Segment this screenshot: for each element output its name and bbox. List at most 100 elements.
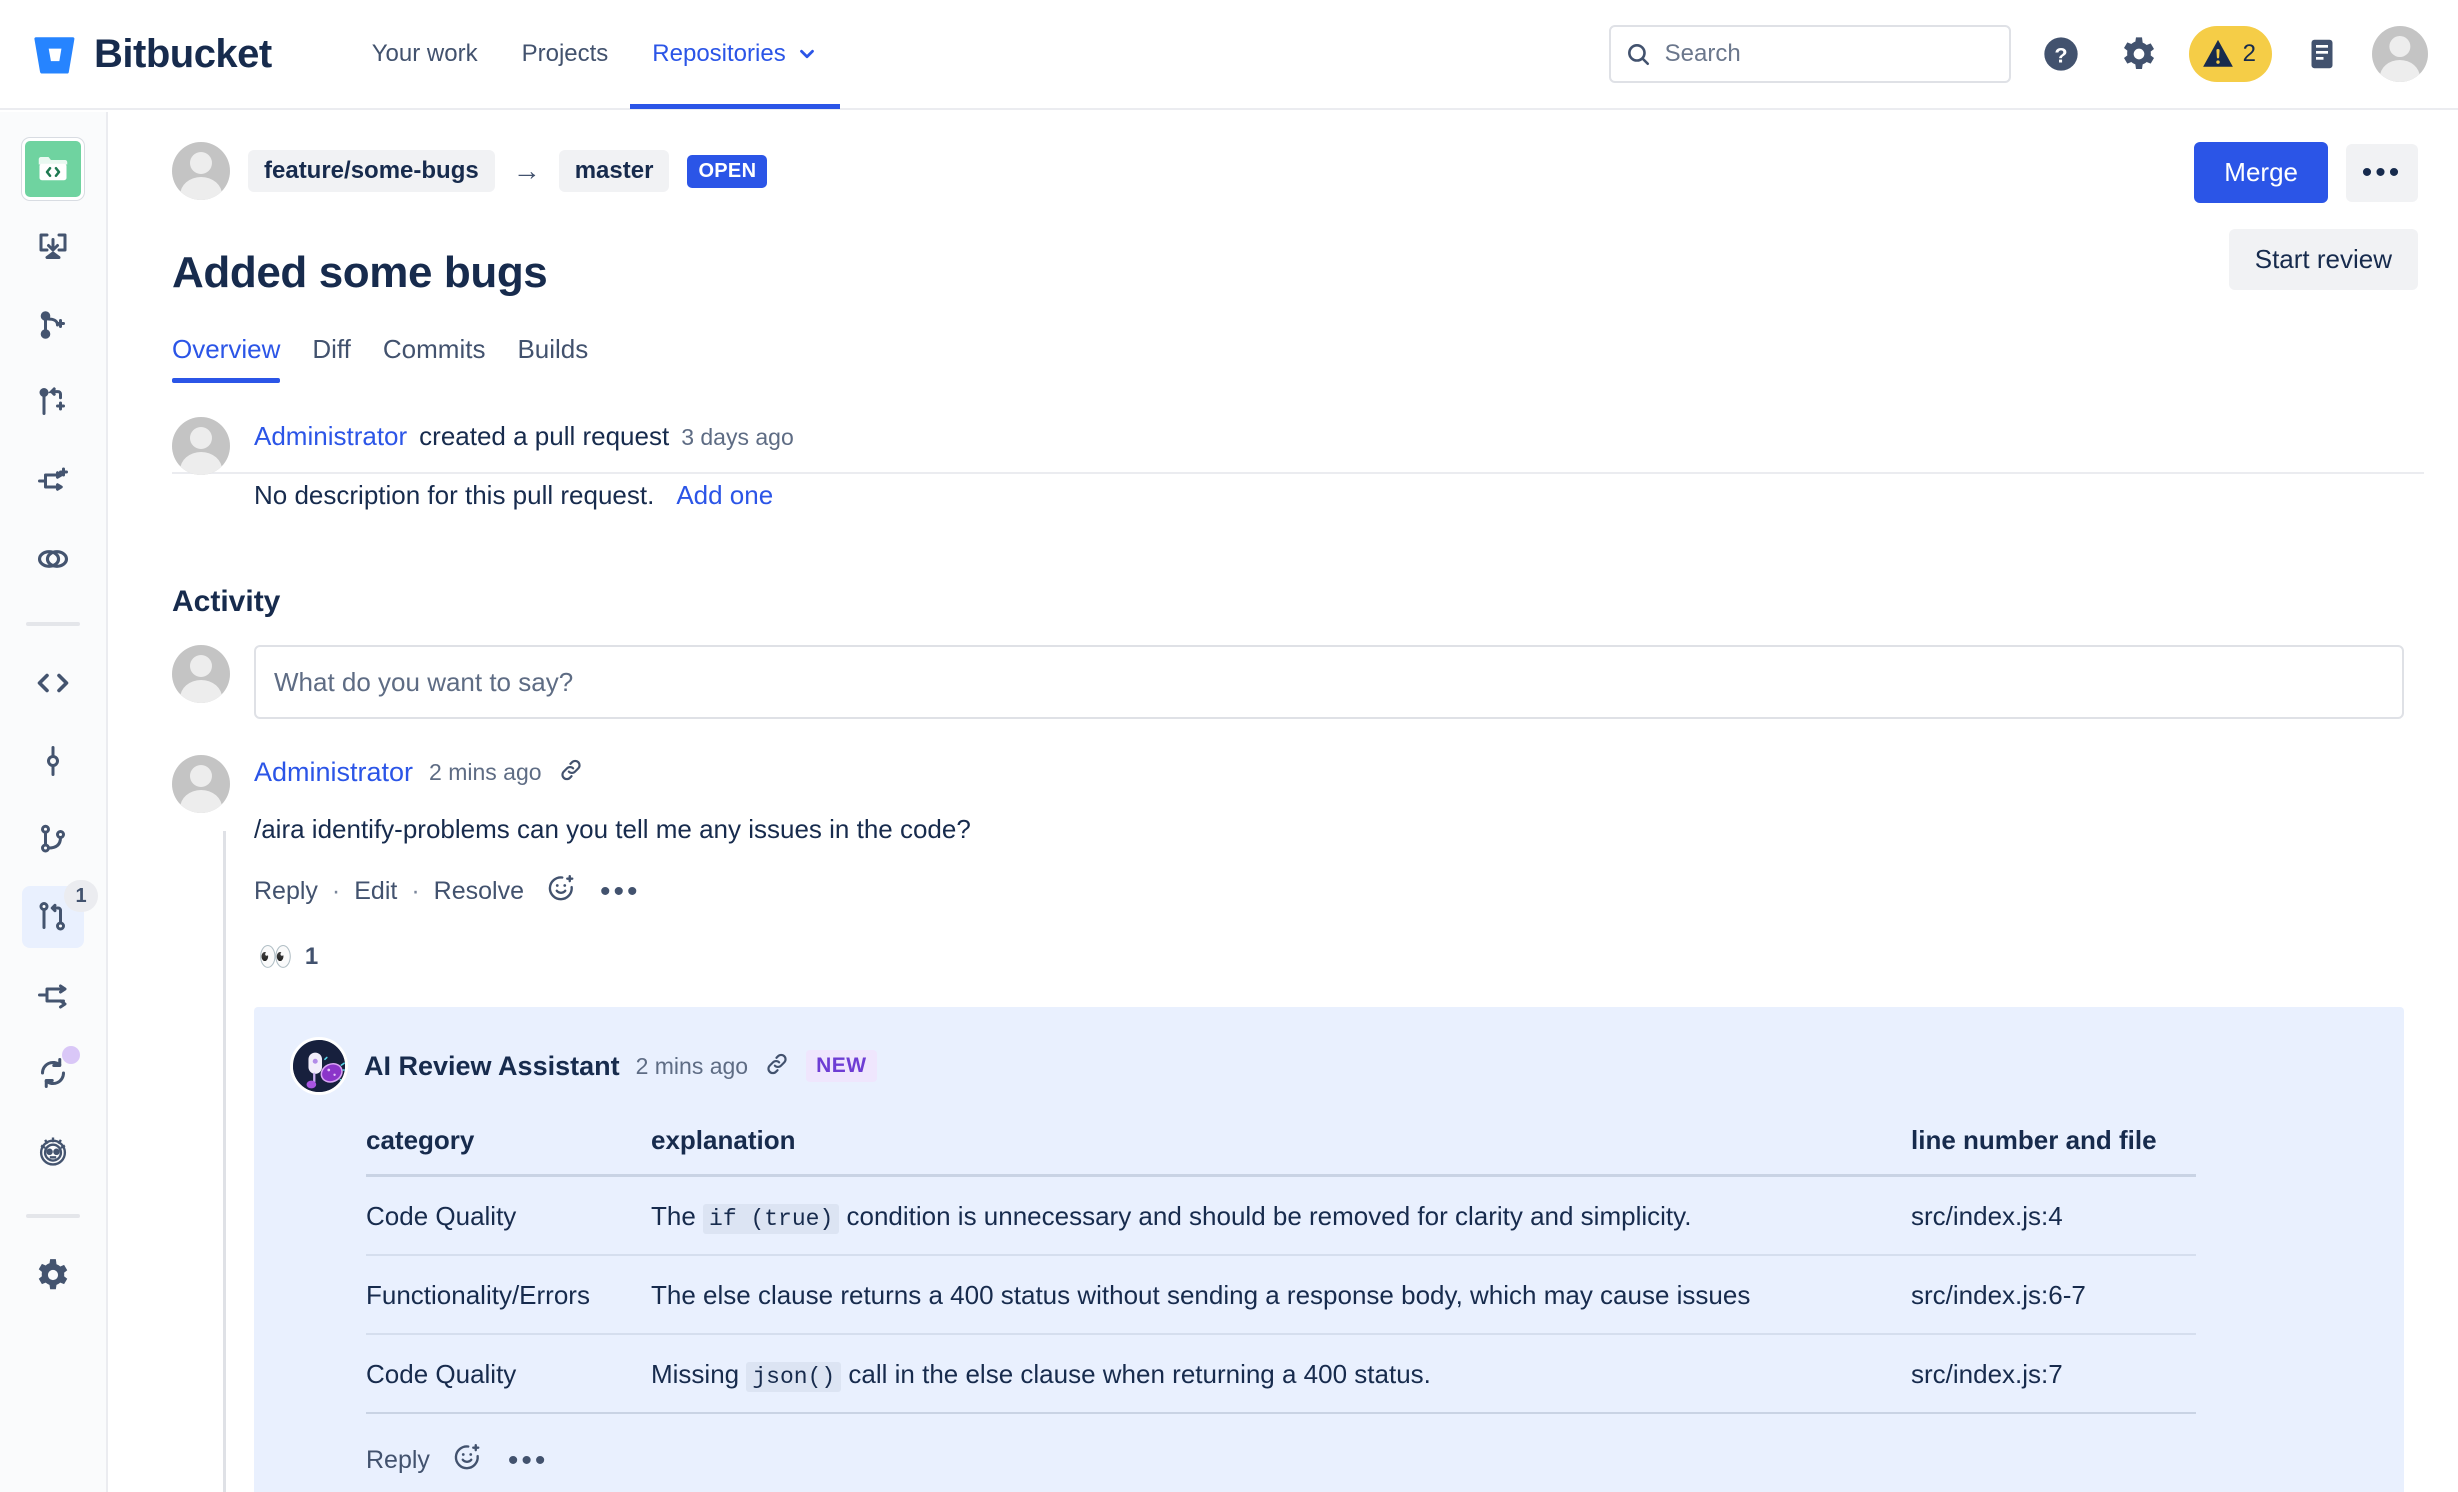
comment-timestamp: 2 mins ago: [429, 759, 542, 786]
create-branch-icon: [35, 307, 71, 343]
cell-explanation: The if (true) condition is unnecessary a…: [651, 1176, 1911, 1256]
tab-overview[interactable]: Overview: [172, 334, 296, 383]
cell-line-file: src/index.js:6-7: [1911, 1255, 2196, 1334]
comment-thread: Administrator 2 mins ago /aira identify-…: [110, 755, 2458, 1492]
settings-gear-icon[interactable]: [2111, 26, 2167, 82]
ai-more-actions-icon[interactable]: •••: [508, 1455, 549, 1467]
warning-icon: [2201, 37, 2235, 71]
ai-permalink-icon[interactable]: [764, 1051, 790, 1082]
ai-author-name: AI Review Assistant: [364, 1051, 620, 1082]
ai-reply-button[interactable]: Reply: [366, 1446, 430, 1475]
sidebar-item-forks[interactable]: [22, 964, 84, 1026]
nav-item-your-work[interactable]: Your work: [350, 0, 500, 109]
table-header-row: category explanation line number and fil…: [366, 1125, 2196, 1176]
comment-body: Administrator 2 mins ago /aira identify-…: [254, 755, 2404, 1492]
cell-line-file: src/index.js:4: [1911, 1176, 2196, 1256]
sidebar-item-clone[interactable]: [22, 216, 84, 278]
sidebar-item-branches[interactable]: [22, 808, 84, 870]
fork-icon: [35, 463, 71, 499]
explanation-pre: The: [651, 1201, 703, 1231]
inline-code: if (true): [703, 1204, 839, 1234]
new-badge: NEW: [806, 1050, 877, 1082]
tab-builds[interactable]: Builds: [501, 334, 604, 383]
start-review-button[interactable]: Start review: [2229, 229, 2418, 290]
sidebar-item-fork[interactable]: [22, 450, 84, 512]
sidebar-item-source[interactable]: [22, 652, 84, 714]
more-actions-button[interactable]: •••: [2346, 144, 2418, 202]
search-input[interactable]: Search: [1609, 25, 2011, 83]
add-description-link[interactable]: Add one: [676, 480, 773, 511]
cell-category: Code Quality: [366, 1176, 651, 1256]
sync-status-dot: [62, 1046, 80, 1064]
ai-assistant-avatar: [290, 1037, 348, 1095]
composer-avatar: [172, 645, 230, 703]
tab-label: Overview: [172, 334, 280, 364]
resolve-button[interactable]: Resolve: [434, 877, 524, 906]
nav-item-repositories[interactable]: Repositories: [630, 0, 839, 109]
tab-label: Commits: [383, 334, 486, 364]
primary-nav: Your work Projects Repositories: [350, 0, 840, 109]
comment-reactions: 👀 1: [254, 940, 2404, 973]
explanation-pre: Missing: [651, 1359, 746, 1389]
reply-button[interactable]: Reply: [254, 877, 318, 906]
comment-avatar: [172, 755, 230, 813]
explanation-post: condition is unnecessary and should be r…: [839, 1201, 1691, 1231]
clone-icon: [35, 229, 71, 265]
secondary-actions-row: Start review: [2229, 229, 2418, 290]
brand-name: Bitbucket: [94, 32, 272, 77]
nav-item-projects[interactable]: Projects: [500, 0, 631, 109]
brand-logo-group[interactable]: Bitbucket: [34, 32, 272, 77]
table-row: Code Quality The if (true) condition is …: [366, 1176, 2196, 1256]
cell-explanation: The else clause returns a 400 status wit…: [651, 1255, 1911, 1334]
ai-comment-header: AI Review Assistant 2 mins ago NEW: [290, 1037, 2368, 1095]
comment-author-link[interactable]: Administrator: [254, 757, 413, 788]
tab-diff[interactable]: Diff: [296, 334, 367, 383]
sidebar-divider-bottom: [26, 1214, 80, 1218]
comment-header: Administrator 2 mins ago: [254, 757, 2404, 788]
sidebar-item-repository[interactable]: [22, 138, 84, 200]
header-actions: Merge ••• Start review: [2194, 142, 2418, 290]
sidebar-item-repository-settings[interactable]: [22, 1244, 84, 1306]
sidebar-item-compare[interactable]: [22, 528, 84, 590]
explanation-pre: The else clause returns a 400 status wit…: [651, 1280, 1750, 1310]
inline-code: json(): [746, 1362, 841, 1392]
source-branch-chip[interactable]: feature/some-bugs: [248, 150, 495, 192]
add-reaction-icon[interactable]: [546, 873, 576, 910]
sidebar-item-jenkins[interactable]: [22, 1120, 84, 1182]
pull-request-tabs: Overview Diff Commits Builds: [172, 334, 2396, 383]
comment-administrator: Administrator 2 mins ago /aira identify-…: [172, 755, 2404, 1492]
top-navigation-bar: Bitbucket Your work Projects Repositorie…: [0, 0, 2458, 110]
edit-button[interactable]: Edit: [354, 877, 397, 906]
tab-commits[interactable]: Commits: [367, 334, 502, 383]
reaction-eyes[interactable]: 👀 1: [258, 940, 318, 973]
help-icon[interactable]: ?: [2033, 26, 2089, 82]
table-body: Code Quality The if (true) condition is …: [366, 1176, 2196, 1414]
feed-icon[interactable]: [2294, 26, 2350, 82]
sidebar-item-sync[interactable]: [22, 1042, 84, 1104]
sidebar-item-pull-requests[interactable]: 1: [22, 886, 84, 948]
description-body: Administrator created a pull request 3 d…: [254, 417, 794, 511]
description-meta: Administrator created a pull request 3 d…: [254, 421, 794, 452]
sidebar-item-create-branch[interactable]: [22, 294, 84, 356]
comment-input[interactable]: What do you want to say?: [254, 645, 2404, 719]
sidebar-item-commits[interactable]: [22, 730, 84, 792]
permalink-icon[interactable]: [558, 757, 584, 788]
nav-right-group: Search ? 2: [1609, 25, 2428, 83]
description-empty-row: No description for this pull request. Ad…: [254, 480, 794, 511]
page-title: Added some bugs: [172, 248, 2396, 298]
cell-category: Functionality/Errors: [366, 1255, 651, 1334]
merge-button[interactable]: Merge: [2194, 142, 2328, 203]
table-row: Code Quality Missing json() call in the …: [366, 1334, 2196, 1413]
comment-more-actions-icon[interactable]: •••: [600, 886, 641, 898]
description-author-link[interactable]: Administrator: [254, 421, 407, 452]
sidebar-item-create-pull-request[interactable]: [22, 372, 84, 434]
chevron-down-icon: [796, 43, 818, 65]
ai-add-reaction-icon[interactable]: [452, 1442, 482, 1479]
explanation-post: call in the else clause when returning a…: [841, 1359, 1431, 1389]
tab-label: Builds: [517, 334, 588, 364]
target-branch-chip[interactable]: master: [559, 150, 670, 192]
primary-actions-row: Merge •••: [2194, 142, 2418, 203]
avatar[interactable]: [2372, 26, 2428, 82]
nav-label: Your work: [372, 40, 478, 68]
alerts-badge[interactable]: 2: [2189, 26, 2272, 82]
